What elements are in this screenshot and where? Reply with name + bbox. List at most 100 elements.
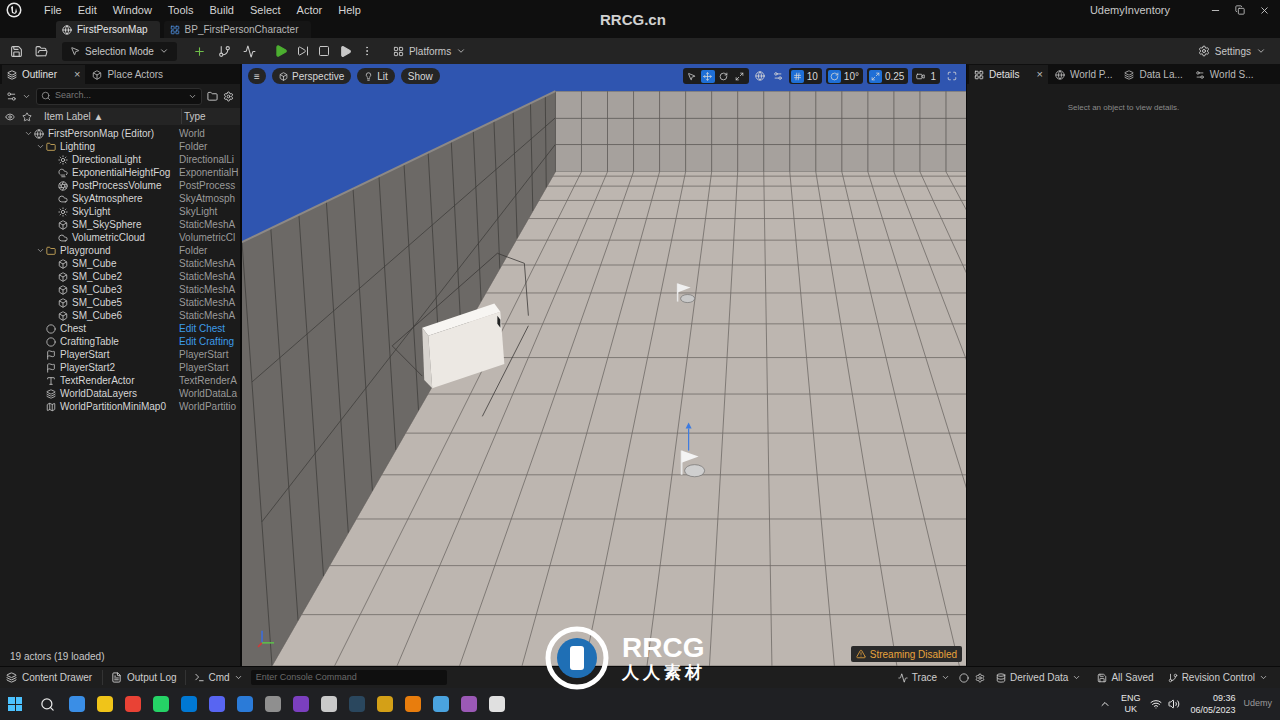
play-icon[interactable] (274, 44, 288, 58)
expand-arrow-icon[interactable] (24, 129, 33, 138)
restore-icon[interactable] (1235, 5, 1245, 15)
transform-tool[interactable] (717, 70, 731, 83)
blueprint-menu-icon[interactable] (218, 45, 231, 58)
panel-tab[interactable]: World S... (1190, 65, 1259, 84)
output-log-button[interactable]: Output Log (103, 670, 185, 685)
filter-icon[interactable] (6, 91, 17, 102)
panel-tab[interactable]: Details× (969, 65, 1048, 84)
snap-toggle[interactable]: 10 (789, 68, 822, 84)
cinematics-icon[interactable] (243, 45, 256, 58)
outliner-row[interactable]: WorldDataLayersWorldDataLa (0, 387, 240, 400)
surface-snap-icon[interactable] (773, 71, 783, 81)
taskbar-app-icon[interactable] (209, 696, 225, 712)
content-icon[interactable] (35, 45, 48, 58)
transform-tool[interactable] (733, 70, 747, 83)
cmd-button[interactable]: Cmd (186, 670, 251, 685)
trigger-box[interactable] (392, 253, 528, 416)
close-icon[interactable] (1259, 5, 1270, 16)
snap-toggle[interactable]: 1 (912, 68, 940, 84)
outliner-row[interactable]: SM_Cube6StaticMeshA (0, 309, 240, 322)
maximize-viewport-icon[interactable] (947, 71, 957, 81)
level-viewport[interactable]: ≡PerspectiveLitShow1010°0.251Streaming D… (241, 64, 967, 666)
outliner-row[interactable]: PostProcessVolumePostProcess (0, 179, 240, 192)
settings-button[interactable]: Settings (1198, 44, 1266, 59)
outliner-row[interactable]: CraftingTableEdit Crafting (0, 335, 240, 348)
taskbar-app-icon[interactable] (489, 696, 505, 712)
selection-mode-button[interactable]: Selection Mode (62, 42, 177, 61)
column-header[interactable]: Type (181, 109, 206, 124)
panel-tab[interactable]: Place Actors (87, 65, 168, 84)
save-icon[interactable] (10, 45, 23, 58)
expand-arrow-icon[interactable] (36, 246, 45, 255)
taskbar-app-icon[interactable] (377, 696, 393, 712)
outliner-row[interactable]: PlayerStartPlayerStart (0, 348, 240, 361)
perspective-button[interactable]: Perspective (272, 68, 351, 84)
content-drawer-button[interactable]: Content Drawer (6, 670, 103, 685)
taskbar-app-icon[interactable] (237, 696, 253, 712)
document-tab[interactable]: BP_FirstPersonCharacter (164, 21, 311, 38)
taskbar-app-icon[interactable] (69, 696, 85, 712)
search-field[interactable]: Search... (36, 88, 202, 105)
taskbar-app-icon[interactable] (293, 696, 309, 712)
taskbar-app-icon[interactable] (349, 696, 365, 712)
player-start[interactable] (682, 422, 705, 476)
outliner-row[interactable]: SM_CubeStaticMeshA (0, 257, 240, 270)
menu-item[interactable]: Build (202, 2, 242, 19)
outliner-row[interactable]: PlayerStart2PlayerStart (0, 361, 240, 374)
taskbar-app-icon[interactable] (153, 696, 169, 712)
tab-close[interactable]: × (74, 66, 80, 83)
outliner-row[interactable]: ExponentialHeightFogExponentialH (0, 166, 240, 179)
snap-toggle[interactable]: 10° (826, 68, 863, 84)
level-scene[interactable] (242, 64, 966, 666)
coordinate-space-icon[interactable] (755, 71, 765, 81)
menu-item[interactable]: Window (105, 2, 160, 19)
outliner-row[interactable]: SM_SkySphereStaticMeshA (0, 218, 240, 231)
outliner-row[interactable]: DirectionalLightDirectionalLi (0, 153, 240, 166)
simulate-icon[interactable] (339, 45, 352, 58)
outliner-row[interactable]: LightingFolder (0, 140, 240, 153)
expand-arrow-icon[interactable] (36, 142, 45, 151)
taskbar-app-icon[interactable] (461, 696, 477, 712)
derived-data-button[interactable]: Derived Data (988, 670, 1089, 685)
menu-item[interactable]: Edit (70, 2, 105, 19)
snap-toggle[interactable]: 0.25 (867, 68, 908, 84)
outliner-settings-icon[interactable] (223, 91, 234, 102)
taskbar-app-icon[interactable] (405, 696, 421, 712)
trace-button[interactable]: Trace (892, 670, 956, 685)
stop-icon[interactable] (318, 45, 330, 57)
menu-item[interactable]: Actor (289, 2, 331, 19)
taskbar-app-icon[interactable] (181, 696, 197, 712)
taskbar-search-icon[interactable] (40, 697, 55, 712)
transform-tool[interactable] (701, 70, 715, 83)
outliner-row[interactable]: VolumetricCloudVolumetricCl (0, 231, 240, 244)
language-indicator[interactable]: ENGUK (1121, 693, 1141, 715)
transform-tool[interactable] (685, 70, 699, 83)
taskbar-app-icon[interactable] (125, 696, 141, 712)
menu-item[interactable]: Tools (160, 2, 202, 19)
start-button[interactable] (8, 697, 22, 711)
outliner-row[interactable]: SkyAtmosphereSkyAtmosph (0, 192, 240, 205)
taskbar-app-icon[interactable] (97, 696, 113, 712)
taskbar-app-icon[interactable] (321, 696, 337, 712)
clock[interactable]: 09:3606/05/2023 (1190, 692, 1235, 716)
record-icon[interactable] (959, 673, 969, 683)
tray-overflow-icon[interactable] (1099, 698, 1111, 710)
console-input[interactable]: Enter Console Command (251, 670, 447, 685)
outliner-row[interactable]: FirstPersonMap (Editor)World (0, 127, 240, 140)
show-button[interactable]: Show (401, 68, 440, 84)
chest-cube[interactable] (422, 304, 504, 389)
advance-frame-icon[interactable] (297, 45, 309, 57)
outliner-row[interactable]: WorldPartitionMiniMap0WorldPartitio (0, 400, 240, 413)
save-status[interactable]: All Saved (1089, 670, 1161, 685)
column-header[interactable]: Item Label ▲ (44, 109, 181, 124)
panel-tab[interactable]: Data La... (1119, 65, 1187, 84)
menu-item[interactable]: File (36, 2, 70, 19)
platforms-button[interactable]: Platforms (393, 44, 466, 59)
minimize-icon[interactable] (1210, 5, 1221, 16)
player-start[interactable] (678, 283, 695, 302)
outliner-row[interactable]: SM_Cube5StaticMeshA (0, 296, 240, 309)
panel-tab[interactable]: World P... (1050, 65, 1117, 84)
trace-settings-icon[interactable] (975, 673, 985, 683)
viewport-menu-button[interactable]: ≡ (248, 68, 266, 84)
more-icon[interactable] (361, 45, 373, 57)
